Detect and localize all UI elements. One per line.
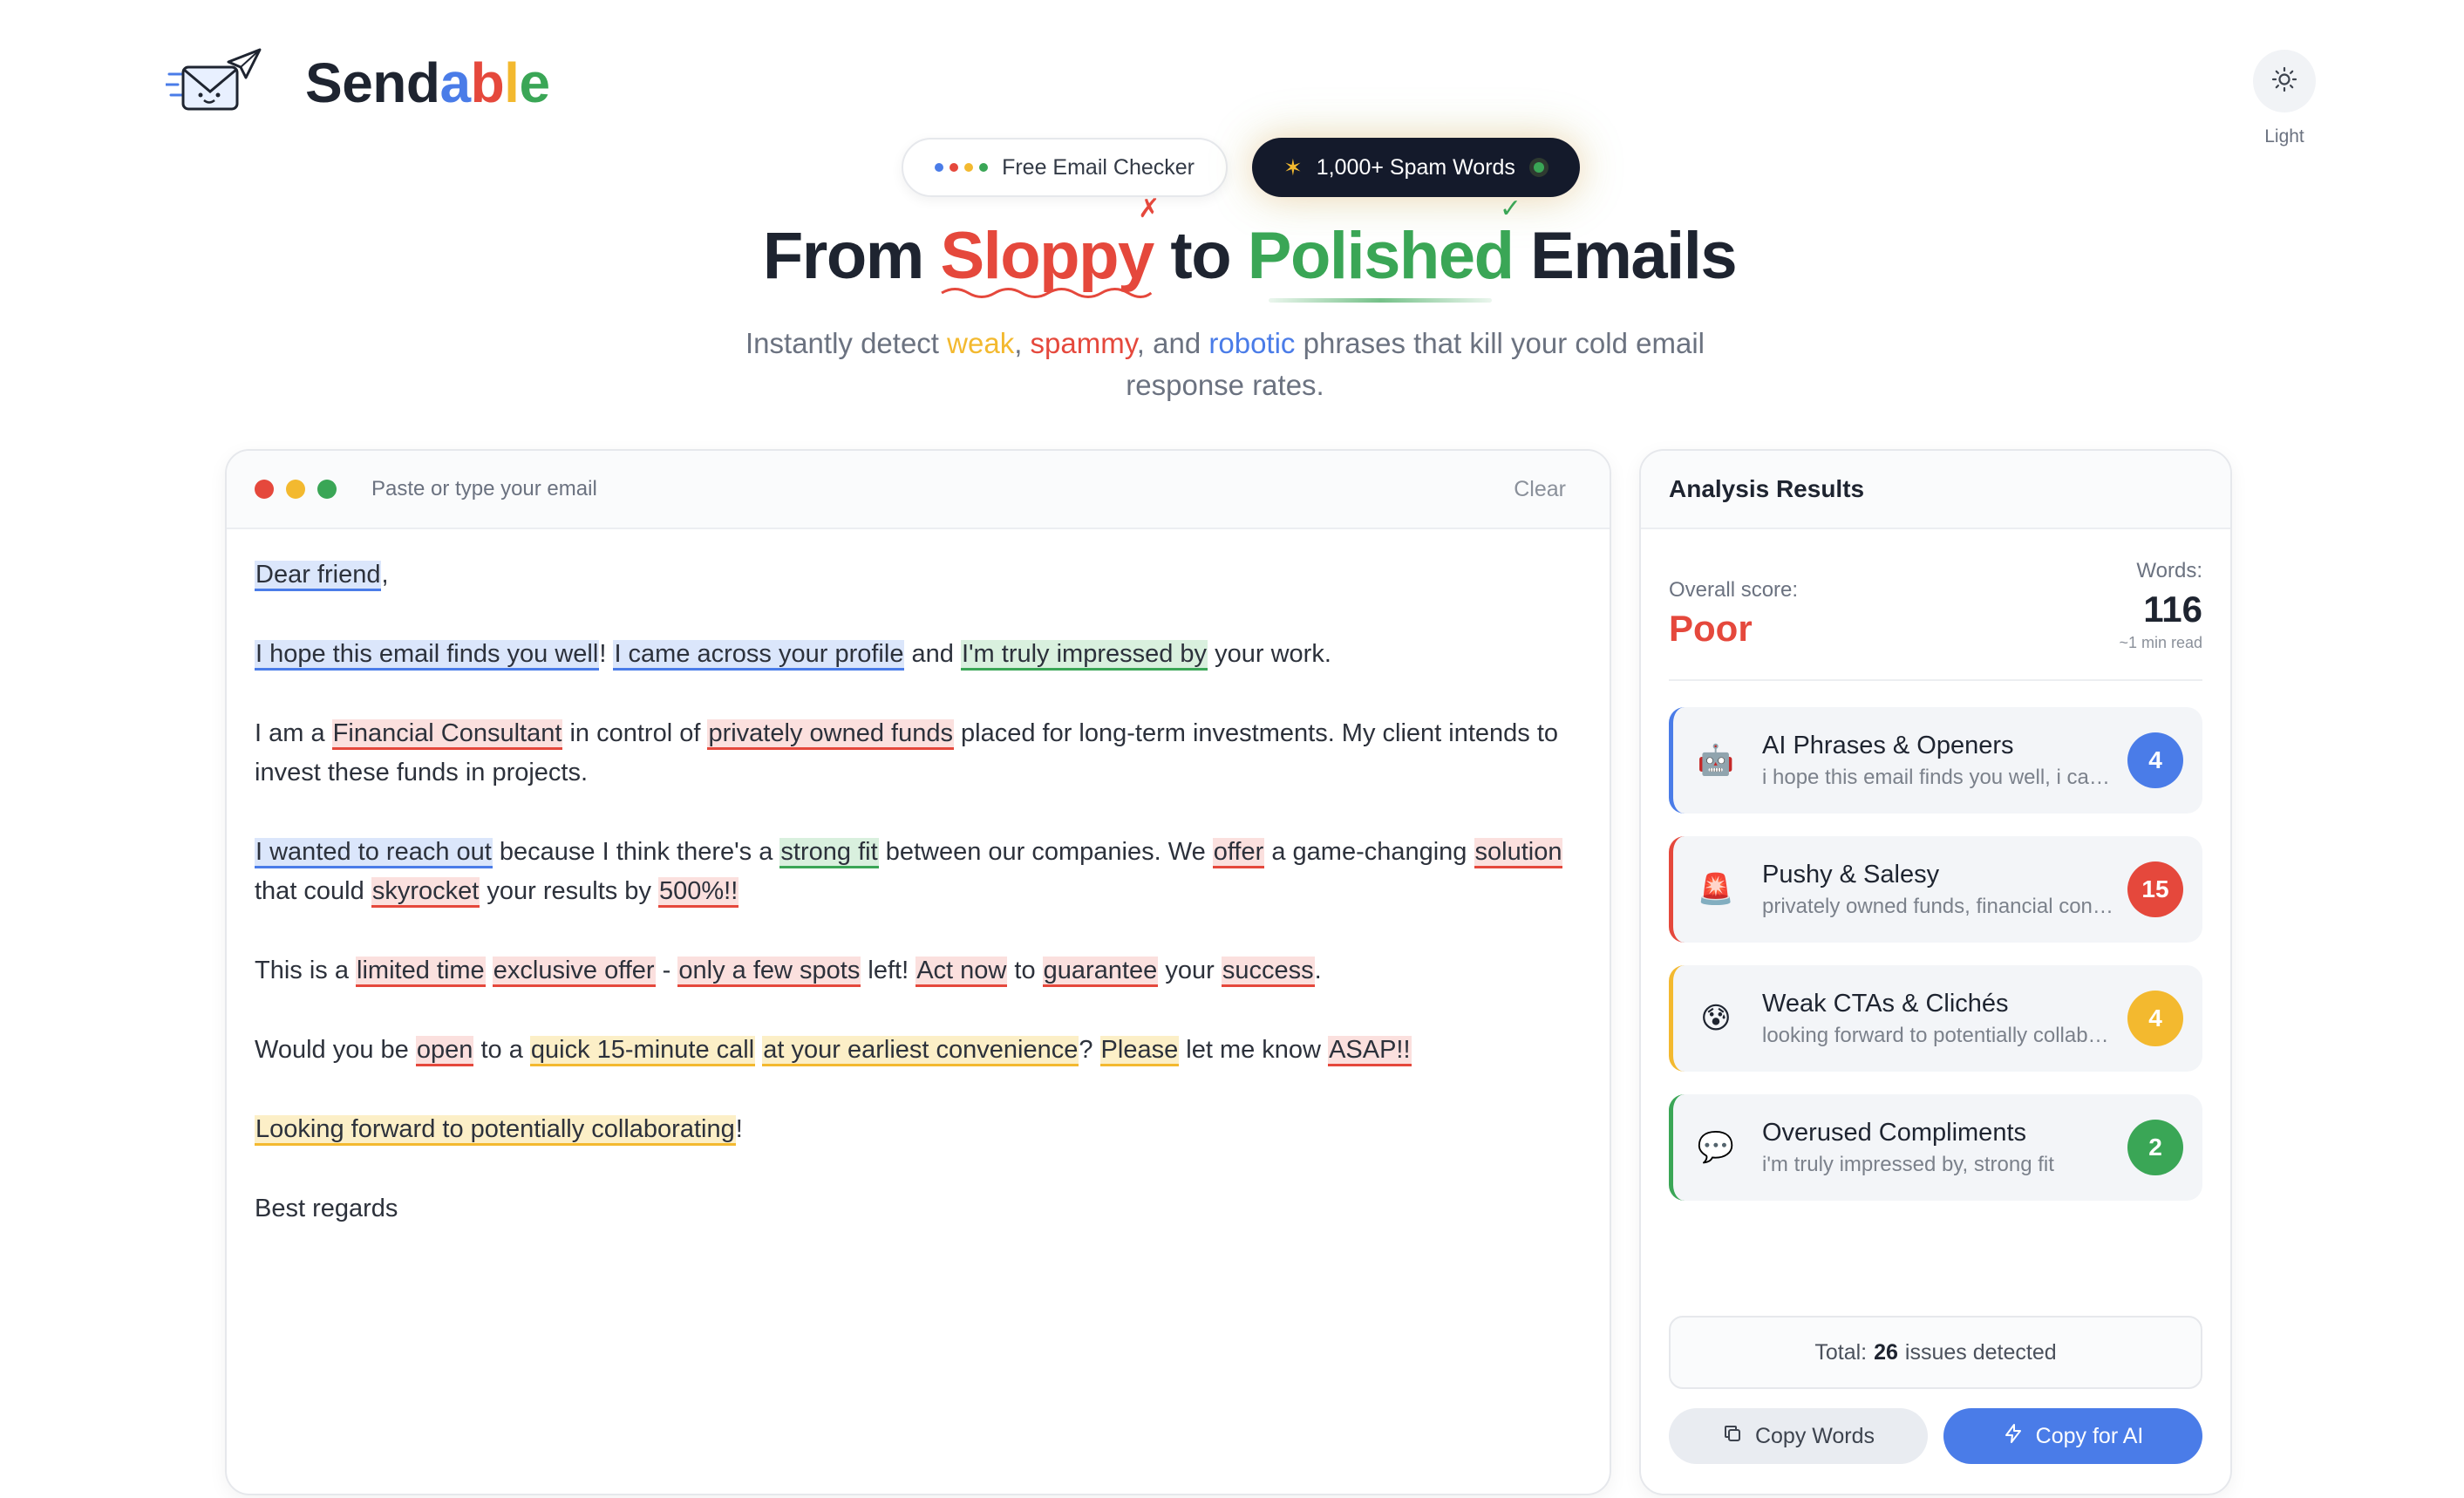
email-paragraph: I hope this email finds you well! I came… [255,635,1580,674]
free-email-checker-label: Free Email Checker [1002,154,1195,180]
envelope-plane-icon [164,48,262,118]
category-title: Weak CTAs & Clichés [1762,989,2009,1018]
clear-button[interactable]: Clear [1514,477,1566,502]
email-editor-card: Paste or type your email Clear Dear frie… [225,449,1611,1495]
flag-weak-cta[interactable]: quick 15-minute call [529,1036,756,1066]
siren-icon: 🚨 [1697,873,1735,906]
flag-ai-phrase[interactable]: I came across your profile [613,640,905,671]
robot-icon: 🤖 [1697,744,1735,777]
category-count-badge: 4 [2127,991,2183,1046]
flag-pushy[interactable]: ASAP!! [1328,1036,1412,1066]
flag-weak-cta[interactable]: Looking forward to potentially collabora… [255,1115,736,1146]
words-label: Words: [2136,559,2202,582]
flag-weak-cta[interactable]: at your earliest convenience [762,1036,1079,1066]
analysis-results-card: Analysis Results Overall score: Poor Wor… [1639,449,2232,1495]
color-dots-icon [935,163,989,172]
read-time: ~1 min read [2119,634,2202,651]
brand-name: Sendable [305,51,550,114]
category-ai-phrases[interactable]: 🤖 AI Phrases & Openers i hope this email… [1669,707,2202,814]
flag-ai-phrase[interactable]: I wanted to reach out [255,838,493,868]
sun-icon [2271,66,2297,97]
flag-pushy[interactable]: limited time [356,957,486,987]
category-pushy-salesy[interactable]: 🚨 Pushy & Salesy privately owned funds, … [1669,836,2202,943]
theme-toggle-button[interactable] [2253,50,2316,112]
score-summary: Overall score: Poor Words: 116 ~1 min re… [1669,559,2202,681]
speech-bubble-icon: 💬 [1697,1131,1735,1164]
flag-pushy[interactable]: exclusive offer [492,957,656,987]
words-count: 116 [2143,589,2202,630]
flag-pushy[interactable]: success [1221,957,1315,987]
anxious-face-icon: 😰 [1700,1002,1732,1035]
flag-weak-cta[interactable]: Please [1099,1036,1180,1066]
email-paragraph: This is a limited time exclusive offer -… [255,951,1580,991]
category-overused-compliments[interactable]: 💬 Overused Compliments i'm truly impress… [1669,1094,2202,1201]
editor-header: Paste or type your email Clear [227,451,1610,529]
results-title: Analysis Results [1641,451,2230,529]
email-textarea[interactable]: Dear friend, I hope this email finds you… [227,529,1610,1229]
free-email-checker-pill[interactable]: Free Email Checker [902,138,1228,197]
squiggle-underline-icon [941,288,1153,298]
brand-logo[interactable]: Sendable [164,48,550,118]
cross-mark-icon: ✗ [1138,194,1160,223]
flag-pushy[interactable]: open [415,1036,474,1066]
live-status-icon [1528,158,1549,177]
window-dots-icon [255,480,337,499]
lightning-icon [2003,1423,2024,1450]
flag-pushy[interactable]: solution [1474,838,1563,868]
email-paragraph: Looking forward to potentially collabora… [255,1110,1580,1149]
category-weak-ctas[interactable]: 😰 Weak CTAs & Clichés looking forward to… [1669,965,2202,1072]
flag-ai-phrase[interactable]: Dear friend [255,561,382,591]
flag-pushy[interactable]: only a few spots [677,957,861,987]
glow-underline [1269,298,1493,303]
category-examples: i hope this email finds you well, i came… [1762,765,2120,789]
score-label: Overall score: [1669,578,1799,602]
spam-words-label: 1,000+ Spam Words [1316,154,1515,180]
page-title: From Sloppy ✗ to Polished ✓ Emails [0,194,2464,303]
email-paragraph: Best regards [255,1195,398,1222]
flag-pushy[interactable]: 500%!! [658,877,739,908]
total-issues: Total: 26 issues detected [1669,1316,2202,1389]
feature-pills: Free Email Checker ✶ 1,000+ Spam Words [0,138,2464,197]
copy-for-ai-button[interactable]: Copy for AI [1943,1408,2202,1464]
email-paragraph: Dear friend, [255,555,1580,595]
flag-pushy[interactable]: guarantee [1042,957,1159,987]
email-paragraph: I am a Financial Consultant in control o… [255,719,1559,786]
category-title: AI Phrases & Openers [1762,731,2014,759]
category-list: 🤖 AI Phrases & Openers i hope this email… [1669,707,2202,1201]
category-count-badge: 4 [2127,732,2183,788]
category-title: Pushy & Salesy [1762,860,1940,889]
email-paragraph: Would you be open to a quick 15-minute c… [255,1031,1580,1070]
sloppy-word: Sloppy ✗ [940,194,1160,298]
category-title: Overused Compliments [1762,1118,2026,1147]
copy-icon [1722,1423,1743,1450]
action-buttons: Copy Words Copy for AI [1669,1408,2202,1464]
email-paragraph: I wanted to reach out because I think th… [255,833,1580,911]
total-issues-count: 26 [1874,1339,1898,1365]
check-mark-icon: ✓ [1499,194,1521,223]
flag-compliment[interactable]: strong fit [779,838,879,868]
category-examples: looking forward to potentially collabora… [1762,1023,2120,1047]
flag-compliment[interactable]: I'm truly impressed by [960,640,1208,671]
category-count-badge: 2 [2127,1120,2183,1175]
score-value: Poor [1669,608,1753,649]
copy-words-button[interactable]: Copy Words [1669,1408,1928,1464]
category-examples: i'm truly impressed by, strong fit [1762,1152,2054,1176]
flag-ai-phrase[interactable]: I hope this email finds you well [255,640,600,671]
spam-words-pill[interactable]: ✶ 1,000+ Spam Words [1251,138,1580,197]
star-icon: ✶ [1283,153,1303,180]
flag-pushy[interactable]: offer [1212,838,1265,868]
category-examples: privately owned funds, financial consult… [1762,894,2120,918]
polished-word: Polished ✓ [1248,194,1521,303]
flag-pushy[interactable]: skyrocket [371,877,480,908]
page-subtitle: Instantly detect weak, spammy, and robot… [745,327,1705,401]
flag-pushy[interactable]: Act now [915,957,1008,987]
flag-pushy[interactable]: Financial Consultant [331,719,563,750]
flag-pushy[interactable]: privately owned funds [707,719,954,750]
category-count-badge: 15 [2127,861,2183,917]
editor-placeholder: Paste or type your email [371,477,597,500]
theme-toggle[interactable]: Light [2253,50,2316,147]
